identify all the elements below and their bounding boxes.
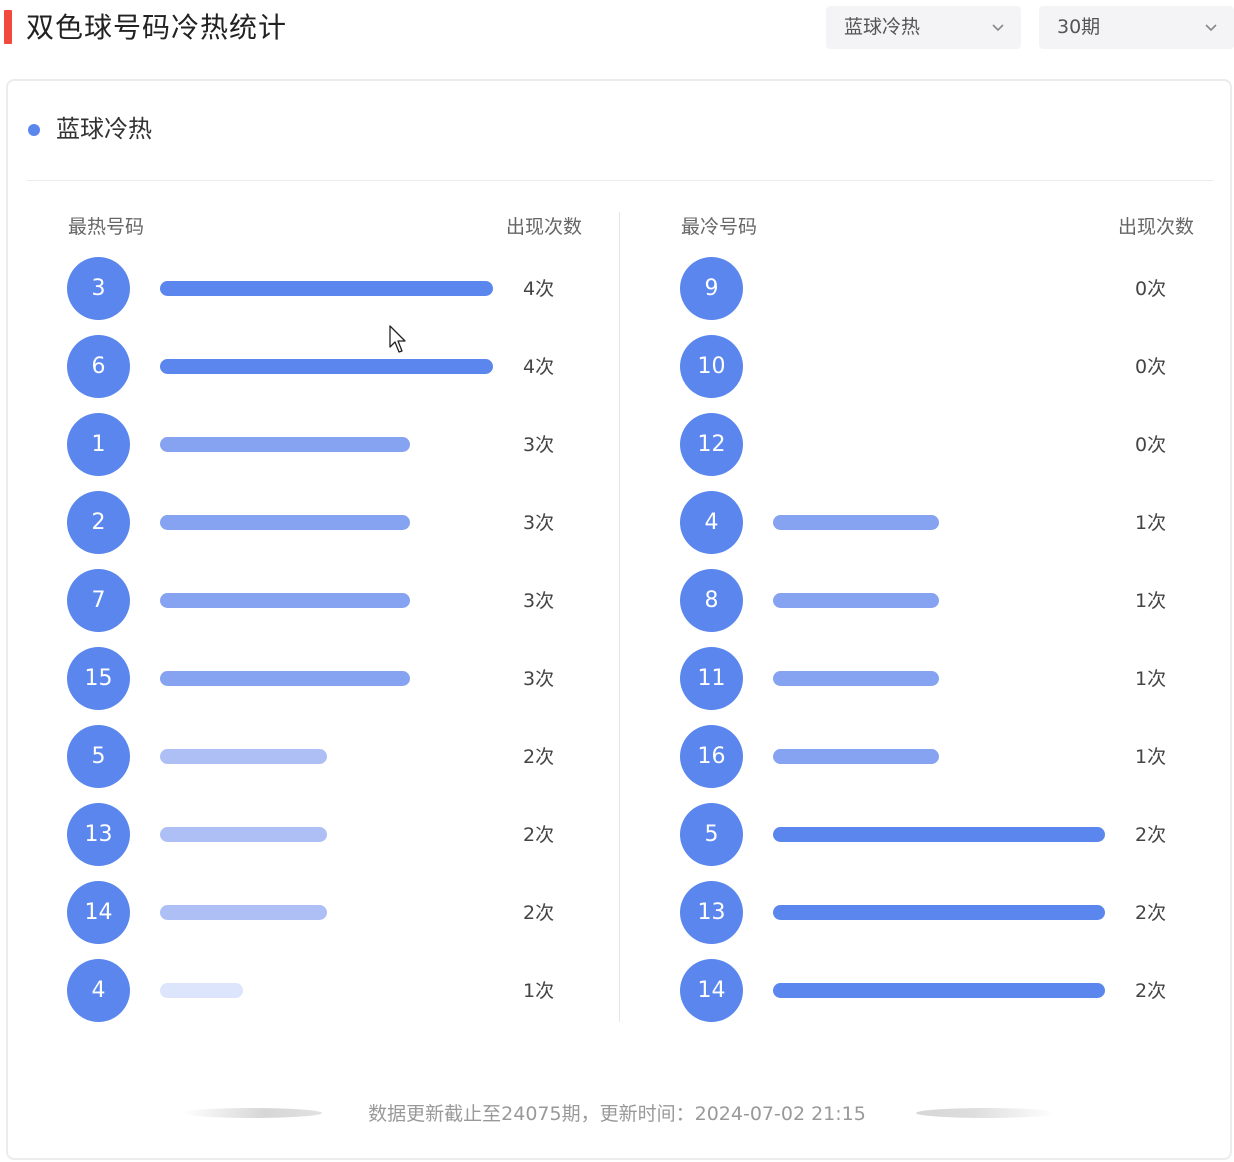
number-ball[interactable]: 8 <box>680 569 743 632</box>
page-title: 双色球号码冷热统计 <box>26 11 288 44</box>
occurrence-count: 2次 <box>523 746 555 768</box>
frequency-bar <box>160 359 493 374</box>
frequency-bar <box>160 281 493 296</box>
hot-count-header: 出现次数 <box>506 216 583 238</box>
ball-type-select[interactable]: 蓝球冷热 <box>826 6 1021 49</box>
frequency-bar <box>773 671 939 686</box>
cold-row: 5 2次 <box>680 803 1195 867</box>
period-select[interactable]: 30期 <box>1039 6 1234 49</box>
chevron-down-icon <box>992 24 1004 32</box>
footer-divider-right <box>916 1108 1056 1118</box>
cold-row: 11 1次 <box>680 647 1195 711</box>
occurrence-count: 3次 <box>523 434 555 456</box>
frequency-bar <box>160 593 410 608</box>
hot-row: 4 1次 <box>67 959 583 1023</box>
mouse-cursor-icon <box>389 325 406 353</box>
number-ball[interactable]: 16 <box>680 725 743 788</box>
number-ball[interactable]: 14 <box>680 959 743 1022</box>
frequency-bar <box>773 593 939 608</box>
occurrence-count: 1次 <box>523 980 555 1002</box>
hot-row: 6 4次 <box>67 335 583 399</box>
occurrence-count: 2次 <box>1135 902 1167 924</box>
frequency-bar <box>773 749 939 764</box>
number-ball[interactable]: 4 <box>680 491 743 554</box>
hot-row: 1 3次 <box>67 413 583 477</box>
number-ball[interactable]: 13 <box>67 803 130 866</box>
section-divider <box>27 180 1213 181</box>
cold-row: 10 0次 <box>680 335 1195 399</box>
section-title: 蓝球冷热 <box>56 115 152 143</box>
frequency-bar <box>160 437 410 452</box>
hot-row: 2 3次 <box>67 491 583 555</box>
hot-row: 14 2次 <box>67 881 583 945</box>
occurrence-count: 3次 <box>523 590 555 612</box>
occurrence-count: 0次 <box>1135 356 1167 378</box>
cold-row: 16 1次 <box>680 725 1195 789</box>
number-ball[interactable]: 2 <box>67 491 130 554</box>
number-ball[interactable]: 7 <box>67 569 130 632</box>
cold-row: 9 0次 <box>680 257 1195 321</box>
number-ball[interactable]: 11 <box>680 647 743 710</box>
hot-row: 13 2次 <box>67 803 583 867</box>
frequency-bar <box>160 749 327 764</box>
cold-row: 8 1次 <box>680 569 1195 633</box>
occurrence-count: 1次 <box>1135 512 1167 534</box>
number-ball[interactable]: 5 <box>67 725 130 788</box>
title-accent-bar <box>4 10 12 44</box>
occurrence-count: 2次 <box>1135 824 1167 846</box>
hot-column-header: 最热号码 <box>68 216 145 238</box>
period-select-value: 30期 <box>1057 16 1101 38</box>
number-ball[interactable]: 9 <box>680 257 743 320</box>
frequency-bar <box>160 515 410 530</box>
occurrence-count: 1次 <box>1135 746 1167 768</box>
number-ball[interactable]: 5 <box>680 803 743 866</box>
occurrence-count: 2次 <box>523 902 555 924</box>
ball-type-select-value: 蓝球冷热 <box>844 16 921 38</box>
cold-column-header: 最冷号码 <box>681 216 758 238</box>
occurrence-count: 1次 <box>1135 590 1167 612</box>
cold-row: 12 0次 <box>680 413 1195 477</box>
hot-row: 5 2次 <box>67 725 583 789</box>
occurrence-count: 3次 <box>523 512 555 534</box>
frequency-bar <box>773 827 1105 842</box>
occurrence-count: 0次 <box>1135 278 1167 300</box>
occurrence-count: 1次 <box>1135 668 1167 690</box>
column-divider <box>619 212 620 1022</box>
occurrence-count: 2次 <box>523 824 555 846</box>
number-ball[interactable]: 15 <box>67 647 130 710</box>
number-ball[interactable]: 1 <box>67 413 130 476</box>
chevron-down-icon <box>1205 24 1217 32</box>
number-ball[interactable]: 13 <box>680 881 743 944</box>
number-ball[interactable]: 4 <box>67 959 130 1022</box>
frequency-bar <box>160 905 327 920</box>
occurrence-count: 4次 <box>523 356 555 378</box>
cold-count-header: 出现次数 <box>1118 216 1195 238</box>
frequency-bar <box>160 671 410 686</box>
section-dot <box>28 124 40 136</box>
occurrence-count: 4次 <box>523 278 555 300</box>
hot-row: 15 3次 <box>67 647 583 711</box>
hot-row: 7 3次 <box>67 569 583 633</box>
number-ball[interactable]: 14 <box>67 881 130 944</box>
occurrence-count: 2次 <box>1135 980 1167 1002</box>
number-ball[interactable]: 6 <box>67 335 130 398</box>
number-ball[interactable]: 12 <box>680 413 743 476</box>
frequency-bar <box>773 515 939 530</box>
occurrence-count: 0次 <box>1135 434 1167 456</box>
hot-row: 3 4次 <box>67 257 583 321</box>
number-ball[interactable]: 3 <box>67 257 130 320</box>
occurrence-count: 3次 <box>523 668 555 690</box>
cold-row: 4 1次 <box>680 491 1195 555</box>
number-ball[interactable]: 10 <box>680 335 743 398</box>
frequency-bar <box>160 983 243 998</box>
frequency-bar <box>773 983 1105 998</box>
cold-row: 14 2次 <box>680 959 1195 1023</box>
frequency-bar <box>160 827 327 842</box>
frequency-bar <box>773 905 1105 920</box>
cold-row: 13 2次 <box>680 881 1195 945</box>
